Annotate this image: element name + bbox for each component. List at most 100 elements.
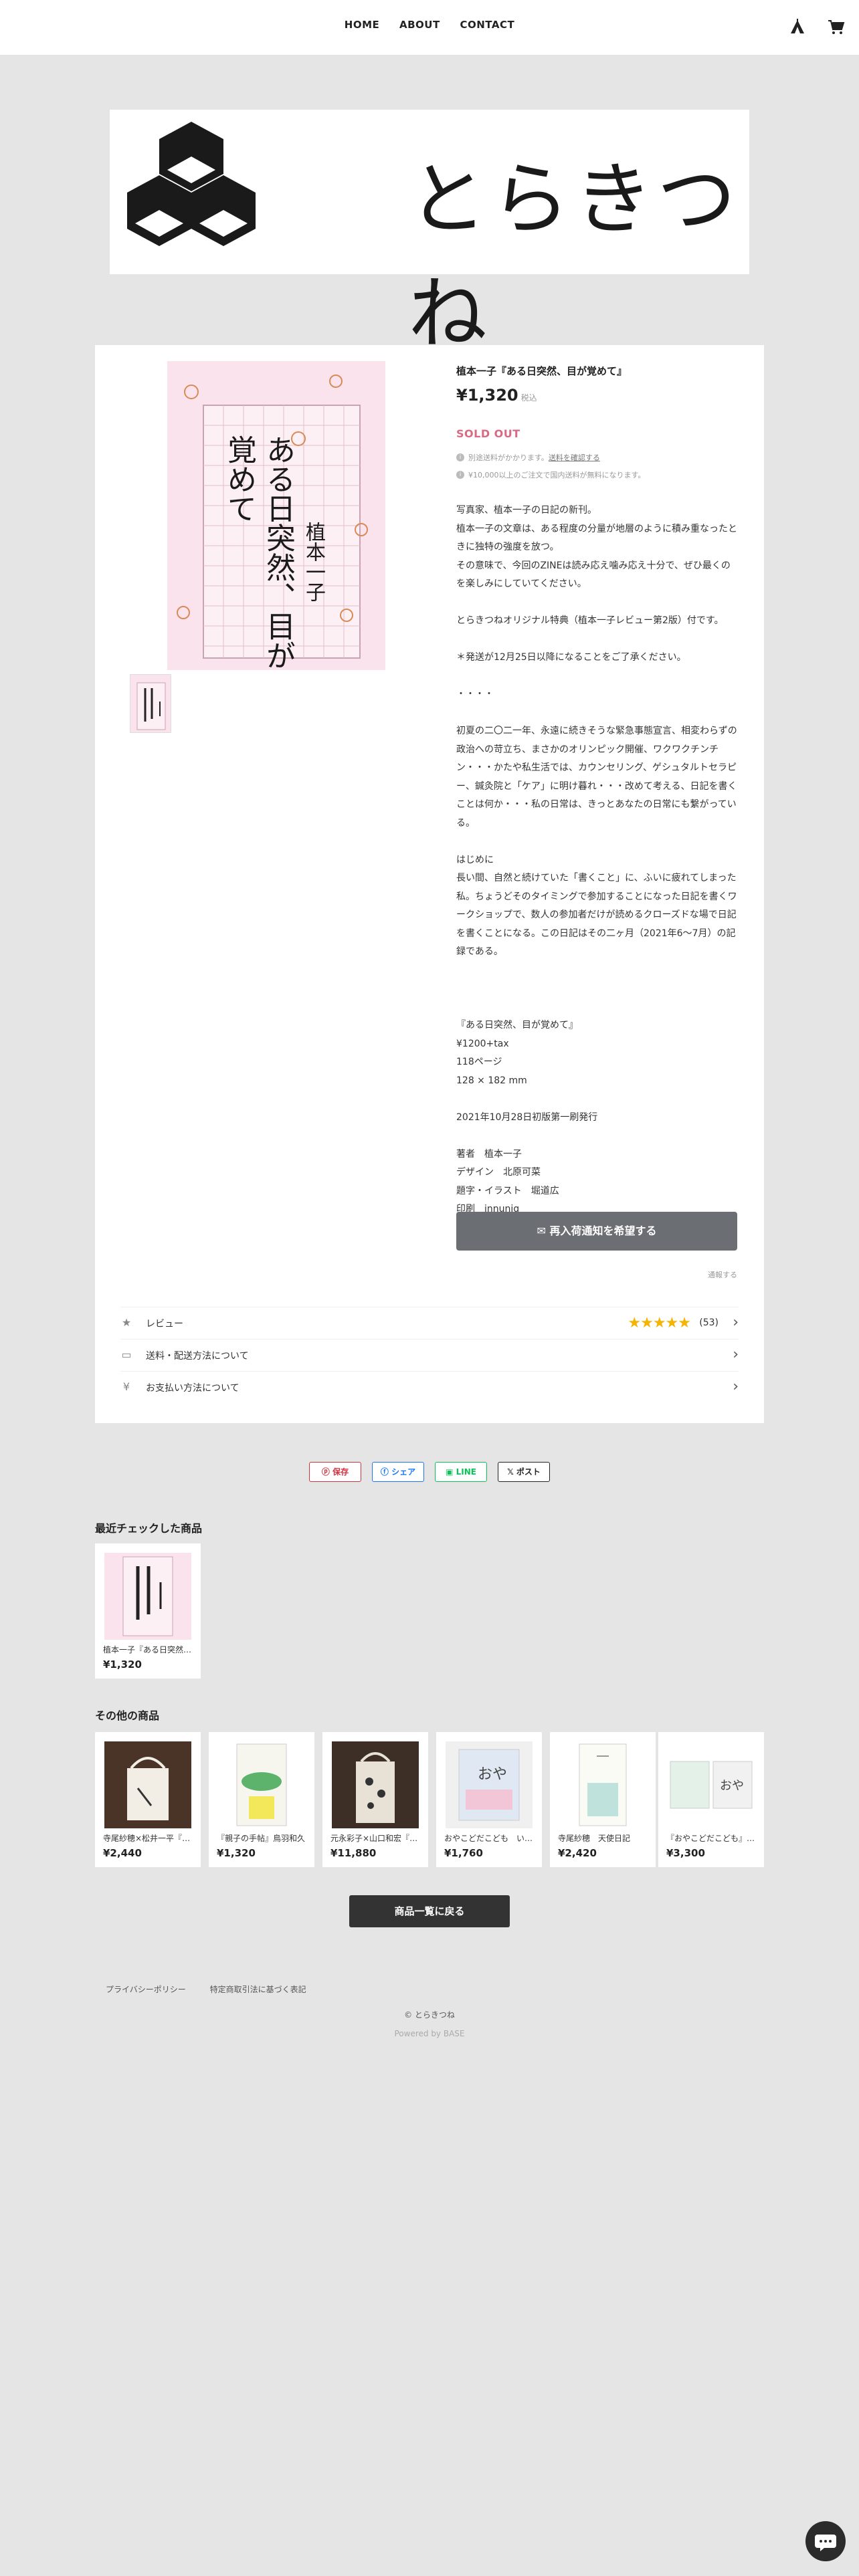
other-product-card[interactable]: 寺尾紗穂×松井一平『手で行くミ』 ¥2,440 <box>95 1732 201 1867</box>
other-product-card[interactable]: 元永彩子×山口和宏『ぬぬぬ』 ¥11,880 <box>322 1732 428 1867</box>
tax-note: 税込 <box>520 393 537 403</box>
x-post-button[interactable]: 𝕏 ポスト <box>498 1462 550 1482</box>
product-thumbnail[interactable] <box>130 674 171 733</box>
book-cover-image: おや <box>458 1749 520 1821</box>
product-image <box>559 1741 646 1828</box>
truck-icon: ▭ <box>121 1348 132 1361</box>
recent-product-card[interactable]: 植本一子『ある日突然、目が覚めて』 ¥1,320 <box>95 1543 201 1679</box>
yen-icon: ¥ <box>122 1380 130 1393</box>
chevron-right-icon: › <box>733 1314 739 1331</box>
legal-notice-link[interactable]: 特定商取引法に基づく表記 <box>210 1985 306 1994</box>
other-product-card[interactable]: 『親子の手帖』鳥羽和久 ¥1,320 <box>209 1732 314 1867</box>
nav-about[interactable]: ABOUT <box>399 19 440 31</box>
product-image: おや <box>446 1741 533 1828</box>
shipping-note: i 別途送料がかかります。 送料を確認する <box>456 452 737 463</box>
product-title: 植本一子『ある日突然、目が覚めて』 <box>456 365 628 377</box>
product-price: ¥1,320 <box>103 1658 142 1671</box>
review-row[interactable]: ★ レビュー ★★★★★ (53) › <box>120 1307 739 1339</box>
book-cover-thumb <box>122 1556 173 1636</box>
free-shipping-note: i ¥10,000以上のご注文で国内送料が無料になります。 <box>456 469 737 480</box>
notify-label: 再入荷通知を希望する <box>549 1224 657 1237</box>
info-icon: i <box>456 453 464 461</box>
x-label: ポスト <box>516 1467 541 1477</box>
thumbnail-cover <box>130 675 171 732</box>
cover-title-text: ある日突然、目が覚めて <box>222 435 295 670</box>
shop-logo-text: とらきつね <box>408 153 741 360</box>
other-product-card[interactable]: 寺尾紗穂 天使日記 ¥2,420 <box>550 1732 656 1867</box>
review-count: (53) <box>699 1317 719 1328</box>
powered-by-base[interactable]: Powered by BASE <box>0 2029 859 2038</box>
tote-bag-image <box>127 1757 169 1820</box>
payment-info-row[interactable]: ¥ お支払い方法について › <box>120 1371 739 1403</box>
pinterest-icon: ⓟ <box>321 1467 333 1477</box>
product-description: 写真家、植本一子の日記の新刊。 植本一子の文章は、ある程度の分量が地層のように積… <box>456 505 737 1214</box>
product-price: ¥2,420 <box>558 1847 597 1859</box>
recently-viewed-title: 最近チェックした商品 <box>95 1522 203 1535</box>
nav-contact[interactable]: CONTACT <box>460 19 514 31</box>
book-cover-image <box>579 1743 627 1826</box>
other-products-title: その他の商品 <box>95 1709 160 1722</box>
product-name: 寺尾紗穂 天使日記 <box>558 1834 631 1843</box>
facebook-icon: ⓕ <box>380 1467 392 1477</box>
other-product-card[interactable]: おや おやこどだこども いせひでこ ¥1,760 <box>436 1732 542 1867</box>
cover-author-text: 植本一子 <box>302 522 325 602</box>
star-icon: ★ <box>121 1316 132 1329</box>
tent-logo-icon[interactable] <box>788 17 807 36</box>
review-stars: ★★★★★ <box>628 1315 691 1331</box>
product-price: ¥3,300 <box>666 1847 705 1859</box>
product-price: ¥1,760 <box>444 1847 483 1859</box>
book-cover-image: おや <box>670 1761 753 1809</box>
shop-logo-icon <box>127 122 256 246</box>
privacy-policy-link[interactable]: プライバシーポリシー <box>106 1985 186 1994</box>
footer-links: プライバシーポリシー 特定商取引法に基づく表記 <box>106 1983 328 1995</box>
product-image: おや <box>668 1741 755 1828</box>
x-icon: 𝕏 <box>507 1467 516 1477</box>
save-label: 保存 <box>332 1467 349 1477</box>
sold-out-label: SOLD OUT <box>456 427 520 440</box>
product-price: ¥11,880 <box>330 1847 377 1859</box>
product-name: 『おやこどだこども』いせひでこ <box>666 1834 756 1843</box>
product-info: 植本一子『ある日突然、目が覚めて』 ¥1,320 税込 SOLD OUT i 別途… <box>456 364 737 1219</box>
chevron-right-icon: › <box>733 1378 739 1395</box>
review-label: レビュー <box>146 1319 183 1329</box>
book-cover-image <box>236 1743 287 1826</box>
payment-info-label: お支払い方法について <box>146 1383 240 1394</box>
shipping-info-row[interactable]: ▭ 送料・配送方法について › <box>120 1339 739 1371</box>
product-image <box>104 1553 191 1640</box>
pinterest-save-button[interactable]: ⓟ 保存 <box>309 1462 361 1482</box>
other-product-card[interactable]: おや 『おやこどだこども』いせひでこ ¥3,300 <box>658 1732 764 1867</box>
product-main-image[interactable]: ある日突然、目が覚めて 植本一子 <box>167 361 385 670</box>
free-shipping-text: ¥10,000以上のご注文で国内送料が無料になります。 <box>468 471 646 479</box>
shipping-check-link[interactable]: 送料を確認する <box>549 452 600 463</box>
line-share-button[interactable]: ▣ LINE <box>435 1462 487 1482</box>
copyright: © とらきつね <box>404 2010 455 2020</box>
product-name: 『親子の手帖』鳥羽和久 <box>217 1834 306 1843</box>
chat-button[interactable] <box>805 2521 846 2561</box>
shop-logo-banner[interactable]: とらきつね <box>110 110 749 360</box>
info-icon: i <box>456 471 464 479</box>
product-price: ¥1,320 税込 <box>456 386 737 405</box>
product-image <box>104 1741 191 1828</box>
chat-bubble-icon <box>815 2535 836 2551</box>
main-nav: HOME ABOUT CONTACT <box>0 19 859 31</box>
svg-text:おや: おや <box>478 1766 507 1783</box>
facebook-label: シェア <box>391 1467 416 1477</box>
facebook-share-button[interactable]: ⓕ シェア <box>372 1462 424 1482</box>
nav-home[interactable]: HOME <box>345 19 379 31</box>
site-header: HOME ABOUT CONTACT <box>0 0 859 55</box>
mail-icon: ✉ <box>537 1224 550 1237</box>
report-link[interactable]: 通報する <box>456 1269 737 1280</box>
line-icon: ▣ <box>446 1467 456 1477</box>
tote-bag-image <box>356 1752 395 1823</box>
shipping-note-text: 別途送料がかかります。 <box>468 453 549 462</box>
restock-notify-button[interactable]: ✉ 再入荷通知を希望する <box>456 1212 737 1251</box>
product-price: ¥2,440 <box>103 1847 142 1859</box>
back-to-list-button[interactable]: 商品一覧に戻る <box>349 1895 510 1927</box>
product-image <box>332 1741 419 1828</box>
line-label: LINE <box>456 1467 476 1477</box>
product-name: おやこどだこども いせひでこ <box>444 1834 534 1843</box>
chevron-right-icon: › <box>733 1346 739 1363</box>
price-value: ¥1,320 <box>456 386 518 405</box>
cart-icon[interactable] <box>827 17 846 36</box>
svg-text:おや: おや <box>720 1779 744 1793</box>
